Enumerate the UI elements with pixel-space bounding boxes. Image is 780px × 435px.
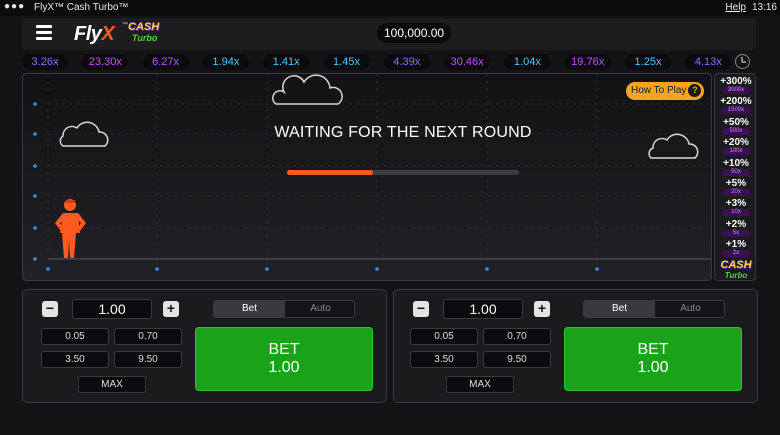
- quick-bet-chip[interactable]: 0.05: [41, 328, 109, 345]
- history-multiplier: 23.30x: [82, 54, 129, 70]
- history-multiplier: 6.27x: [142, 54, 189, 70]
- tab-bet[interactable]: Bet: [214, 301, 285, 317]
- game-canvas: WAITING FOR THE NEXT ROUND How To Play?: [22, 73, 712, 281]
- multiplier-rung: +1% 2x: [718, 239, 754, 258]
- bet-amount-input[interactable]: 1.00: [72, 299, 152, 319]
- tab-auto[interactable]: Auto: [655, 301, 724, 317]
- balance-display: 100,000.00: [377, 23, 452, 43]
- question-icon: ?: [688, 84, 702, 97]
- quick-bet-chip[interactable]: 0.70: [483, 328, 551, 345]
- multiplier-ladder: +300% 3000x +200% 1500x +50% 500x +20% 100x +10%…: [714, 73, 756, 281]
- bet-mode-toggle: Bet Auto: [583, 300, 725, 318]
- window-title: FlyX™ Cash Turbo™: [34, 2, 129, 13]
- history-multiplier: 1.25x: [625, 54, 671, 70]
- max-bet-button[interactable]: MAX: [446, 376, 514, 393]
- quick-bet-chip[interactable]: 9.50: [483, 351, 551, 368]
- rung-bonus: +200%: [720, 96, 752, 108]
- place-bet-button[interactable]: BET 1.00: [564, 327, 742, 391]
- bet-button-label: BET: [268, 341, 300, 358]
- history-multiplier: 4.13x: [685, 54, 732, 70]
- quick-bet-chip[interactable]: 9.50: [114, 351, 182, 368]
- rung-bonus: +1%: [725, 239, 747, 251]
- history-multiplier: 1.45x: [323, 54, 370, 70]
- how-to-play-button[interactable]: How To Play?: [626, 82, 705, 100]
- rung-multiplier: 5x: [722, 229, 750, 237]
- rung-bonus: +50%: [723, 116, 749, 128]
- rung-multiplier: 500x: [722, 127, 750, 135]
- rung-multiplier: 50x: [722, 168, 750, 176]
- ladder-logo-turbo: Turbo: [724, 271, 748, 280]
- history-multiplier: 1.41x: [263, 54, 310, 70]
- bet-mode-toggle: Bet Auto: [213, 300, 355, 318]
- bet-panel-2: − 1.00 + Bet Auto 0.05 0.70 3.50 9.50 MA…: [393, 289, 758, 403]
- rung-multiplier: 10x: [722, 209, 750, 217]
- round-status-text: WAITING FOR THE NEXT ROUND: [274, 124, 532, 141]
- history-multiplier: 3.26x: [22, 54, 68, 70]
- rung-multiplier: 3000x: [722, 87, 750, 94]
- rung-multiplier: 1500x: [722, 107, 750, 115]
- place-bet-button[interactable]: BET 1.00: [195, 327, 373, 391]
- max-bet-button[interactable]: MAX: [78, 376, 146, 393]
- rung-bonus: +10%: [723, 157, 749, 169]
- rung-multiplier: 100x: [722, 148, 750, 156]
- round-history-strip: 3.26x 23.30x 6.27x 1.94x 1.41x 1.45x 4.39x 30.4…: [22, 53, 756, 71]
- game-header: FlyX ™ CASH Turbo 100,000.00: [22, 18, 756, 50]
- multiplier-rung: +50% 500x: [718, 117, 754, 136]
- cash-turbo-logo: CASH Turbo: [128, 21, 164, 47]
- rung-bonus: +5%: [725, 178, 747, 189]
- cloud-icon: [272, 74, 343, 105]
- game-grid: [33, 74, 711, 271]
- history-clock-icon[interactable]: [735, 54, 750, 69]
- quick-bet-chip[interactable]: 0.70: [114, 328, 182, 345]
- history-multiplier: 4.39x: [383, 54, 430, 70]
- multiplier-rung: +200% 1500x: [718, 96, 754, 115]
- round-progress-fill: [287, 170, 373, 175]
- multiplier-rung: +20% 100x: [718, 137, 754, 156]
- ladder-logo-cash: CASH: [720, 259, 752, 271]
- quick-bet-chip[interactable]: 3.50: [410, 351, 478, 368]
- flyx-logo: FlyX: [74, 23, 115, 46]
- multiplier-rung: +10% 50x: [718, 158, 754, 177]
- pilot-figure-icon: [55, 199, 86, 258]
- os-title-bar: ●●● FlyX™ Cash Turbo™ Help 13:16: [0, 0, 780, 16]
- tab-bet[interactable]: Bet: [584, 301, 655, 317]
- decrease-amount-button[interactable]: −: [413, 301, 429, 317]
- history-multiplier: 1.94x: [202, 54, 249, 70]
- ladder-cash-turbo-logo: CASH Turbo: [719, 259, 753, 281]
- window-menu-dots-icon[interactable]: ●●●: [4, 1, 25, 12]
- round-progress-bar: [287, 170, 519, 175]
- bet-amount-input[interactable]: 1.00: [443, 299, 523, 319]
- increase-amount-button[interactable]: +: [534, 301, 550, 317]
- rung-bonus: +20%: [723, 137, 749, 149]
- multiplier-rung: +2% 5x: [718, 219, 754, 238]
- bet-button-amount: 1.00: [637, 359, 669, 376]
- logo-text: FlyX: [74, 23, 115, 45]
- tab-auto[interactable]: Auto: [285, 301, 354, 317]
- how-to-play-label: How To Play: [631, 85, 687, 96]
- logo-turbo-text: Turbo: [132, 33, 158, 43]
- multiplier-rung: +300% 3000x: [718, 76, 754, 95]
- bet-button-label: BET: [637, 341, 669, 358]
- help-link[interactable]: Help: [725, 2, 746, 13]
- history-multiplier: 1.04x: [504, 54, 551, 70]
- decrease-amount-button[interactable]: −: [42, 301, 58, 317]
- multiplier-rung: +5% 20x: [718, 178, 754, 197]
- rung-bonus: +3%: [725, 198, 747, 210]
- bet-button-amount: 1.00: [268, 359, 300, 376]
- rung-bonus: +300%: [720, 76, 752, 87]
- system-clock: 13:16: [751, 2, 777, 13]
- menu-hamburger-icon[interactable]: [36, 25, 52, 41]
- bet-panel-1: − 1.00 + Bet Auto 0.05 0.70 3.50 9.50 MA…: [22, 289, 387, 403]
- logo-cash-text: CASH: [128, 21, 160, 33]
- increase-amount-button[interactable]: +: [163, 301, 179, 317]
- rung-multiplier: 20x: [722, 189, 750, 196]
- history-multiplier: 30.46x: [444, 54, 491, 70]
- quick-bet-chip[interactable]: 0.05: [410, 328, 478, 345]
- history-multiplier: 19.76x: [564, 54, 611, 70]
- rung-multiplier: 2x: [722, 250, 750, 258]
- quick-bet-chip[interactable]: 3.50: [41, 351, 109, 368]
- rung-bonus: +2%: [725, 218, 747, 230]
- multiplier-rung: +3% 10x: [718, 198, 754, 217]
